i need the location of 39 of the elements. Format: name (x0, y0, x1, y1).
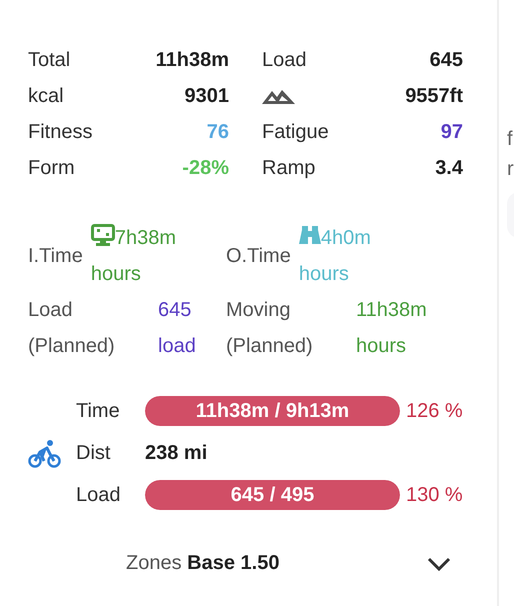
mountain-icon (262, 88, 295, 104)
stat-label: Fitness (28, 120, 92, 145)
stat-label: Load (262, 48, 306, 73)
stat-label: Form (28, 156, 75, 181)
time-value: 4h0m hours (298, 220, 411, 292)
stat-label: Total (28, 48, 70, 73)
time-value: 11h38m hours (356, 298, 428, 359)
stat-value: 645 (430, 48, 463, 73)
stat-value: 9557ft (405, 84, 463, 109)
time-label: O.Time (226, 244, 291, 269)
time-value: 7h38m hours (90, 220, 203, 292)
progress-fill: 645 / 495 (145, 480, 400, 510)
monitor-icon (90, 224, 115, 246)
stat-label: kcal (28, 84, 64, 109)
percent-value: 126 % (406, 399, 463, 424)
time-value: 645 load (158, 298, 197, 359)
stat-value: 9301 (184, 84, 229, 109)
progress-fill: 11h38m / 9h13m (145, 396, 400, 426)
stat-label: Fatigue (262, 120, 329, 145)
time-label: Moving (Planned) (226, 298, 314, 359)
time-label: Load (Planned) (28, 298, 116, 359)
side-text: f (507, 127, 514, 152)
stat-value: -28% (182, 156, 229, 181)
time-label: I.Time (28, 244, 83, 269)
binoculars-icon (298, 224, 321, 246)
stat-value: 11h38m (156, 48, 229, 73)
stat-value: 76 (206, 120, 229, 145)
distance-value: 238 mi (145, 441, 208, 466)
side-text: r (507, 157, 514, 182)
stat-value: 97 (440, 120, 463, 145)
stat-value: 3.4 (435, 156, 463, 181)
plan-label: Time (76, 399, 121, 424)
bicycle-icon (28, 440, 61, 468)
plan-label: Dist (76, 441, 112, 466)
chevron-icon[interactable] (427, 556, 451, 571)
stat-label: Ramp (262, 156, 316, 181)
percent-value: 130 % (406, 483, 463, 508)
zones-label: Zones Base 1.50 (126, 551, 280, 576)
plan-label: Load (76, 483, 122, 508)
